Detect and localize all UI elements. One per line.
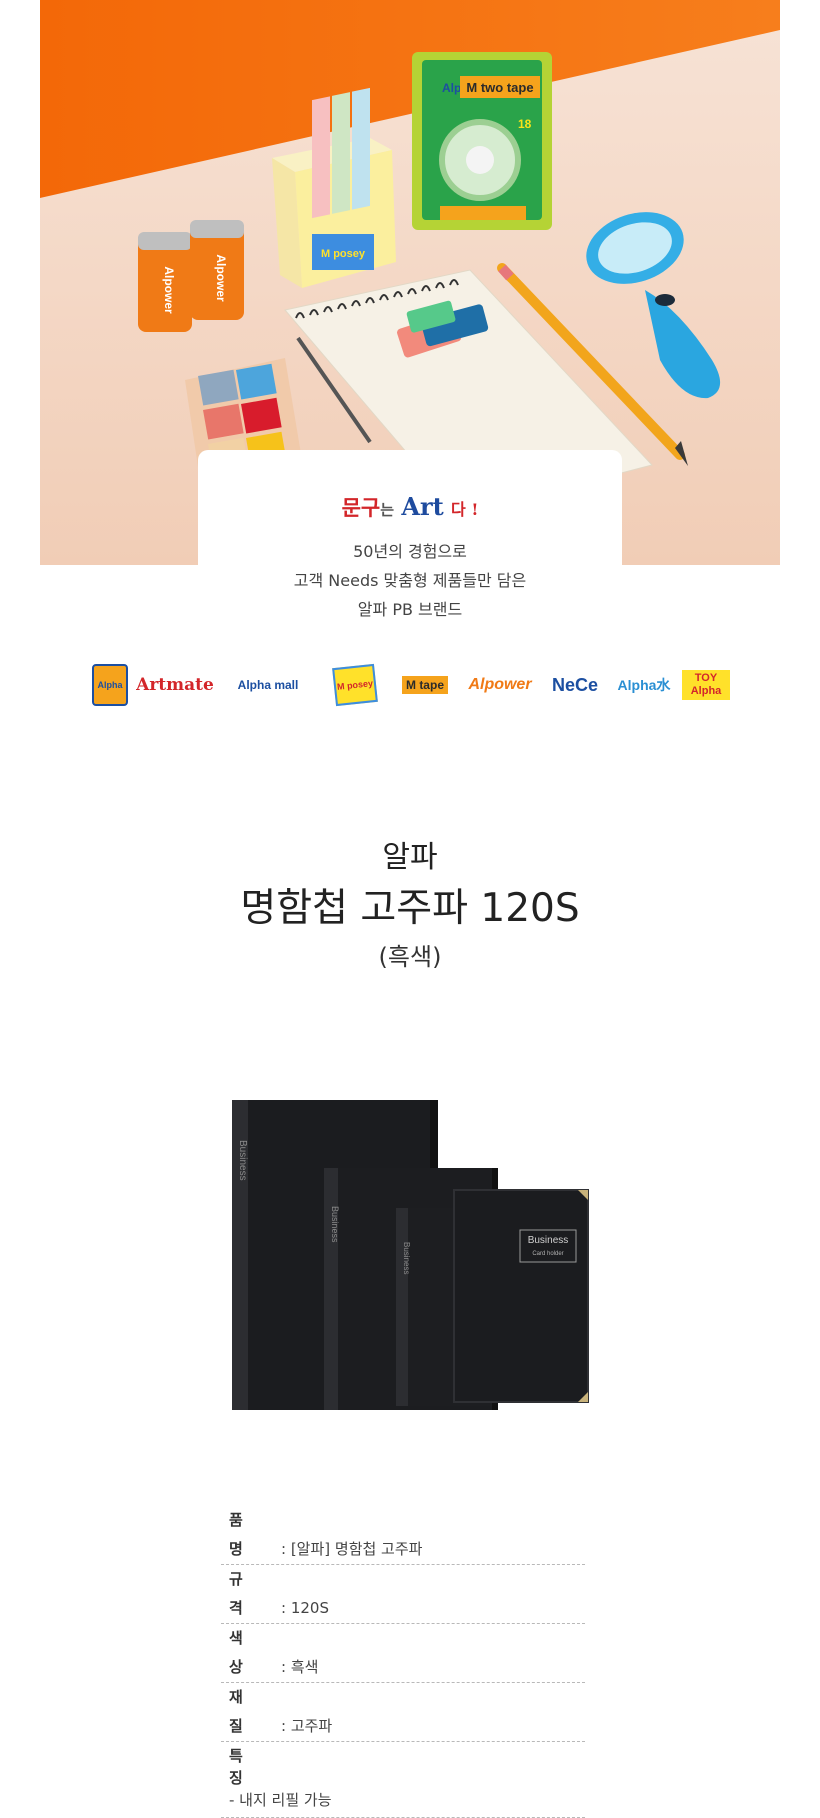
svg-text:M posey: M posey: [321, 248, 366, 260]
spec-row: 규격 : 120S: [221, 1565, 585, 1624]
spec-feature-note: - 내지 리필 가능: [229, 1791, 332, 1809]
alpha-logo-icon: Alpha: [92, 662, 128, 708]
slogan-part-1: 문구: [341, 495, 381, 520]
spec-row: 재질 : 고주파: [221, 1683, 585, 1742]
spec-value: : [알파] 명함첩 고주파: [281, 1540, 423, 1558]
spec-key: 재질: [229, 1688, 257, 1735]
card-holder-icon: Business Card holder: [453, 1189, 589, 1403]
mtape-logo-icon: M tape: [394, 662, 456, 708]
intro-line-1: 50년의 경험으로: [353, 542, 467, 561]
artmate-logo-icon: Artmate: [136, 675, 214, 695]
svg-text:Business: Business: [528, 1235, 569, 1246]
spec-row: 색상 : 흑색: [221, 1624, 585, 1683]
alpower-logo-icon: Alpower: [468, 676, 532, 693]
spec-key: 품명: [229, 1511, 257, 1558]
nece-logo-icon: NeCe: [551, 674, 599, 695]
svg-text:Alpower: Alpower: [214, 254, 228, 302]
svg-text:Business: Business: [237, 1140, 248, 1181]
spec-value: : 120S: [281, 1599, 329, 1617]
spec-key: 색상: [229, 1629, 257, 1676]
alphawater-logo-icon: Alpha水: [617, 677, 671, 693]
brand-logo-strip: Alpha Artmate Alpha mall M posey M tape …: [92, 662, 732, 708]
intro-line-2: 고객 Needs 맞춤형 제품들만 담은: [293, 571, 527, 590]
slogan-part-2: 는: [380, 501, 395, 519]
product-image: Business Business Business Business Card…: [224, 1080, 614, 1420]
svg-text:18: 18: [518, 117, 532, 131]
tape-package-icon: Alpha M two tape 18: [412, 52, 552, 230]
spec-table: 품명 : [알파] 명함첩 고주파 규격 : 120S 색상 : 흑색 재질 : 고주파…: [221, 1506, 585, 1818]
spec-key: 규격: [229, 1570, 257, 1617]
product-name: 명함첩 고주파 120S: [240, 886, 580, 931]
spec-value: : 흑색: [281, 1658, 319, 1676]
brand-intro: 50년의 경험으로 고객 Needs 맞춤형 제품들만 담은 알파 PB 브랜드: [0, 537, 820, 624]
battery-icon: Alpower Alpower: [138, 220, 244, 332]
spec-feature-key: 특징: [229, 1747, 257, 1787]
spec-value: : 고주파: [281, 1717, 333, 1735]
hero-image: Alpower Alpower M posey Alpha M two tape…: [40, 0, 780, 565]
svg-text:Business: Business: [330, 1206, 340, 1243]
svg-text:M two tape: M two tape: [466, 80, 533, 95]
slogan-part-4: 다 !: [451, 500, 479, 519]
svg-text:Alpower: Alpower: [162, 266, 176, 314]
svg-text:Card holder: Card holder: [532, 1251, 563, 1257]
hero-slogan: 문구는 Art 다 !: [198, 492, 622, 522]
toyalpha-logo-icon: TOY Alpha: [682, 662, 730, 708]
product-brand: 알파: [382, 840, 438, 875]
mposey-logo-icon: M posey: [322, 662, 388, 708]
product-color: (흑색): [378, 943, 442, 971]
product-title-block: 알파 명함첩 고주파 120S (흑색): [0, 836, 820, 976]
intro-line-3: 알파 PB 브랜드: [357, 600, 463, 619]
alphamall-logo-icon: Alpha mall: [237, 678, 299, 692]
spec-row: 품명 : [알파] 명함첩 고주파: [221, 1506, 585, 1565]
slogan-part-3: Art: [401, 492, 444, 521]
spec-feature-row: 특징 - 내지 리필 가능: [221, 1742, 585, 1818]
svg-text:Business: Business: [402, 1242, 411, 1274]
